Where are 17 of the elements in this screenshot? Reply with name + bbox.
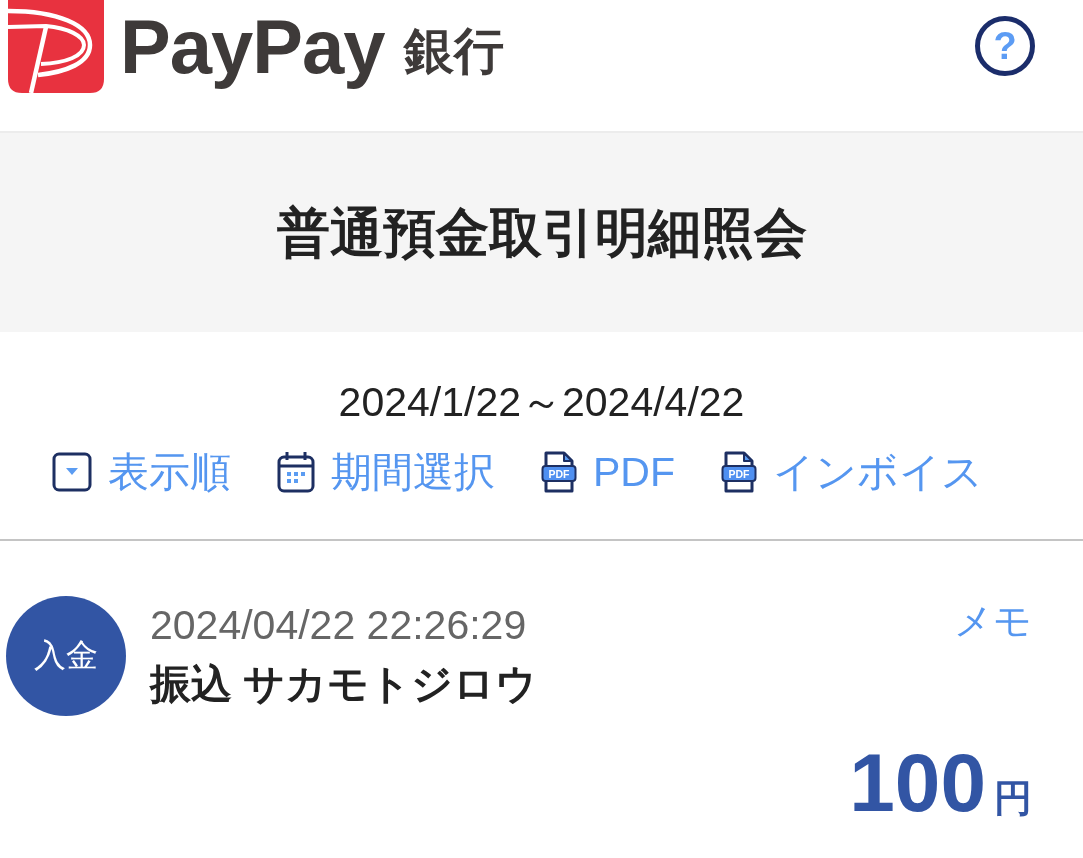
transaction-type-badge: 入金: [6, 596, 126, 716]
pdf-download-button[interactable]: PDF PDF: [541, 447, 675, 497]
memo-link[interactable]: メモ: [954, 596, 1032, 646]
pdf-file-icon: PDF: [721, 450, 757, 494]
pdf-file-icon: PDF: [541, 450, 577, 494]
sort-order-button[interactable]: 表示順: [52, 447, 231, 497]
help-button[interactable]: ?: [975, 16, 1035, 76]
date-range-button[interactable]: 期間選択: [277, 447, 495, 497]
period-range: 2024/1/22～2024/4/22: [337, 378, 746, 426]
transaction-amount: 100 円: [849, 742, 1032, 830]
pdf-download-button[interactable]: PDF インボイス: [721, 447, 983, 497]
transaction-datetime: 2024/04/22 22:26:29: [150, 601, 528, 650]
page-title: 普通預金取引明細照会: [276, 201, 807, 264]
calendar-icon: [277, 451, 315, 493]
brand-suffix: 銀行: [404, 25, 505, 76]
dropdown-icon: [52, 452, 92, 492]
transaction-description: 振込 サカモトジロウ: [150, 660, 539, 709]
